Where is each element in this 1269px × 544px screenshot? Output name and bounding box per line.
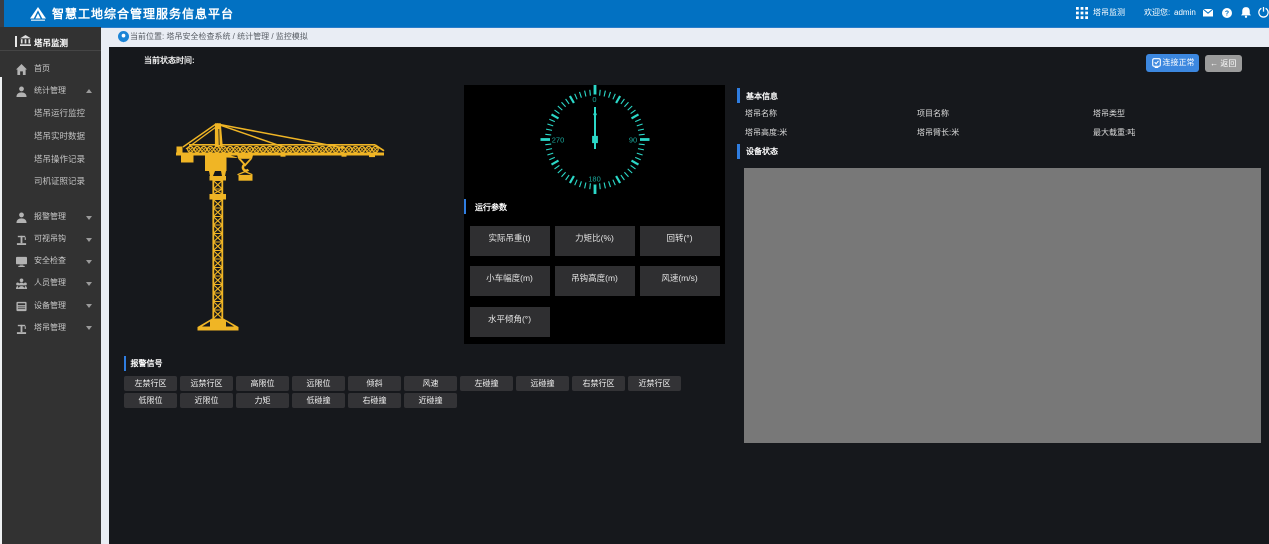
svg-text:180: 180 (588, 175, 601, 184)
svg-text:270: 270 (552, 136, 565, 145)
svg-text:?: ? (1224, 10, 1228, 17)
svg-text:0: 0 (592, 95, 596, 104)
svg-text:90: 90 (629, 136, 637, 145)
